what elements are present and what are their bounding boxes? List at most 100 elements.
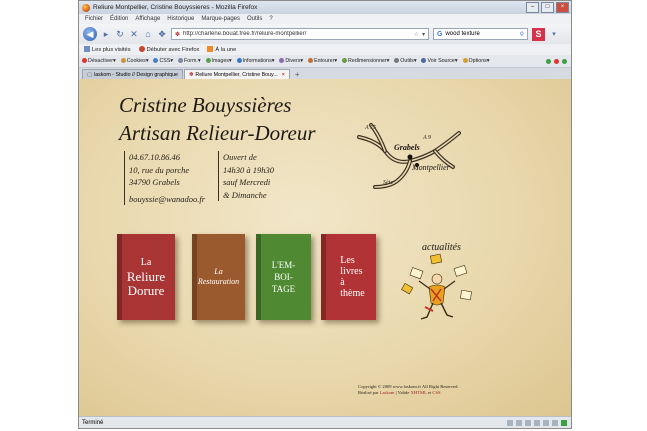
menu-edit[interactable]: Édition: [110, 16, 128, 22]
menu-arrow-icon[interactable]: ▾: [549, 30, 559, 38]
phone-number: 04.67.10.86.46: [129, 152, 180, 162]
status-icon[interactable]: [543, 419, 549, 426]
book-label: L'EM- BOI- TAGE: [271, 260, 296, 294]
validation-status: [546, 58, 571, 64]
devbar-tools[interactable]: Outils▾: [394, 58, 416, 64]
location-map[interactable]: A 75 A 9 Grabels Montpellier Sète: [355, 121, 465, 191]
email-link[interactable]: bouyssie@wanadoo.fr: [129, 193, 205, 206]
tab-favicon-icon: ✽: [188, 72, 194, 78]
search-icon[interactable]: ⚲: [520, 31, 524, 38]
bookmarks-toolbar: Les plus visités Débuter avec Firefox À …: [79, 44, 571, 55]
browser-window: Reliure Montpellier, Cristine Bouyssiere…: [78, 0, 572, 429]
error-icon[interactable]: [554, 58, 559, 64]
bookmark-headlines[interactable]: À la une: [207, 46, 236, 53]
url-text[interactable]: http://charlene.bouat.free.fr/reliure-mo…: [183, 31, 411, 37]
stop-icon[interactable]: ✕: [129, 29, 139, 40]
ok-icon[interactable]: [562, 58, 567, 64]
devbar-disable[interactable]: Désactiver▾: [82, 58, 116, 64]
misc-icon: [279, 58, 285, 63]
info-icon: [236, 58, 242, 63]
city-address: 34790 Grabels: [129, 177, 180, 187]
xhtml-link[interactable]: XHTML: [411, 390, 427, 395]
author-link[interactable]: Laskom: [380, 390, 395, 395]
book-reliure-dorure[interactable]: La Reliure Dorure: [117, 234, 175, 320]
reload-icon[interactable]: ↻: [115, 29, 125, 40]
css-icon: [153, 58, 159, 63]
disable-icon: [82, 58, 87, 63]
status-icon[interactable]: [534, 419, 540, 426]
status-text: Terminé: [82, 419, 104, 426]
menu-help[interactable]: ?: [269, 16, 272, 22]
search-text[interactable]: wood texture: [445, 31, 516, 37]
status-icon[interactable]: [525, 419, 531, 426]
back-button[interactable]: ◀: [83, 27, 97, 41]
status-icon[interactable]: [507, 419, 513, 426]
devbar-information[interactable]: Informations▾: [236, 58, 274, 64]
book-livres-theme[interactable]: Les livres à thème: [321, 234, 376, 320]
devbar-cookies[interactable]: Cookies▾: [120, 58, 148, 64]
addon-s-icon[interactable]: S: [532, 27, 545, 41]
options-icon: [462, 58, 468, 63]
book-spine: [192, 234, 197, 320]
book-restauration[interactable]: La Restauration: [192, 234, 245, 320]
bookmark-getting-started[interactable]: Débuter avec Firefox: [138, 46, 199, 53]
url-bar[interactable]: ✽ http://charlene.bouat.free.fr/reliure-…: [171, 28, 429, 40]
book-emboitage[interactable]: L'EM- BOI- TAGE: [256, 234, 311, 320]
maximize-button[interactable]: □: [541, 2, 554, 13]
check-icon[interactable]: [546, 58, 551, 64]
status-icon[interactable]: [561, 419, 567, 426]
menu-file[interactable]: Fichier: [85, 16, 103, 22]
bookmark-folder-icon: [84, 46, 90, 52]
search-bar[interactable]: G wood texture ⚲: [433, 28, 528, 40]
resize-icon: [342, 58, 348, 63]
devbar-resize[interactable]: Redimensionner▾: [342, 58, 389, 64]
map-drawing: [357, 123, 461, 189]
close-button[interactable]: ×: [556, 2, 569, 13]
tab-close-icon[interactable]: ×: [282, 72, 285, 78]
book-label: La Restauration: [197, 267, 240, 286]
navigation-bar: ◀ ▸ ↻ ✕ ⌂ ❖ ✽ http://charlene.bouat.free…: [79, 24, 571, 44]
devbar-misc[interactable]: Divers▾: [279, 58, 303, 64]
devbar-images[interactable]: Images▾: [205, 58, 232, 64]
tools-icon: [394, 58, 400, 63]
window-controls: – □ ×: [526, 2, 571, 13]
devbar-outline[interactable]: Entourer▾: [308, 58, 337, 64]
firefox-icon: [82, 3, 90, 12]
devbar-css[interactable]: CSS▾: [153, 58, 173, 64]
book-spine: [117, 234, 122, 320]
credits-line: Réalisé par Laskom | Valide XHTML et CSS: [358, 390, 441, 395]
menu-bookmarks[interactable]: Marque-pages: [201, 16, 240, 22]
status-icon[interactable]: [552, 419, 558, 426]
minimize-button[interactable]: –: [526, 2, 539, 13]
menu-view[interactable]: Affichage: [135, 16, 160, 22]
map-road-sete: Sète: [383, 180, 393, 186]
status-icon[interactable]: [516, 419, 522, 426]
opening-hours: Ouvert de 14h30 à 19h30 sauf Mercredi & …: [218, 151, 274, 201]
hours-line: & Dimanche: [223, 189, 267, 200]
home-icon[interactable]: ⌂: [143, 29, 153, 39]
bookmark-tag-icon[interactable]: ❖: [157, 29, 167, 40]
book-spine: [321, 234, 326, 320]
bookmark-most-visited[interactable]: Les plus visités: [84, 46, 131, 53]
page-content: Cristine Bouyssières Artisan Relieur-Dor…: [79, 79, 571, 418]
hours-line: Ouvert de: [223, 152, 257, 162]
cookie-icon: [120, 58, 126, 63]
page-subtitle: Artisan Relieur-Doreur: [119, 121, 316, 145]
source-icon: [421, 58, 427, 63]
map-road-a9: A 9: [423, 135, 432, 141]
css-link[interactable]: CSS: [432, 390, 440, 395]
devbar-view-source[interactable]: Voir Source▾: [421, 58, 458, 64]
devbar-forms[interactable]: Form.▾: [178, 58, 201, 64]
dropdown-icon[interactable]: ▾: [422, 31, 425, 38]
forward-button[interactable]: ▸: [101, 29, 111, 40]
star-icon[interactable]: ☆: [414, 31, 419, 38]
news-illustration[interactable]: actualités: [397, 237, 479, 327]
map-city-grabels: Grabels: [394, 143, 420, 152]
google-icon[interactable]: G: [437, 31, 442, 38]
menu-history[interactable]: Historique: [167, 16, 194, 22]
rss-icon: [207, 46, 214, 52]
devbar-options[interactable]: Options▾: [462, 58, 489, 64]
title-bar: Reliure Montpellier, Cristine Bouyssiere…: [79, 1, 571, 14]
map-city-montpellier: Montpellier: [412, 163, 450, 172]
menu-tools[interactable]: Outils: [247, 16, 262, 22]
